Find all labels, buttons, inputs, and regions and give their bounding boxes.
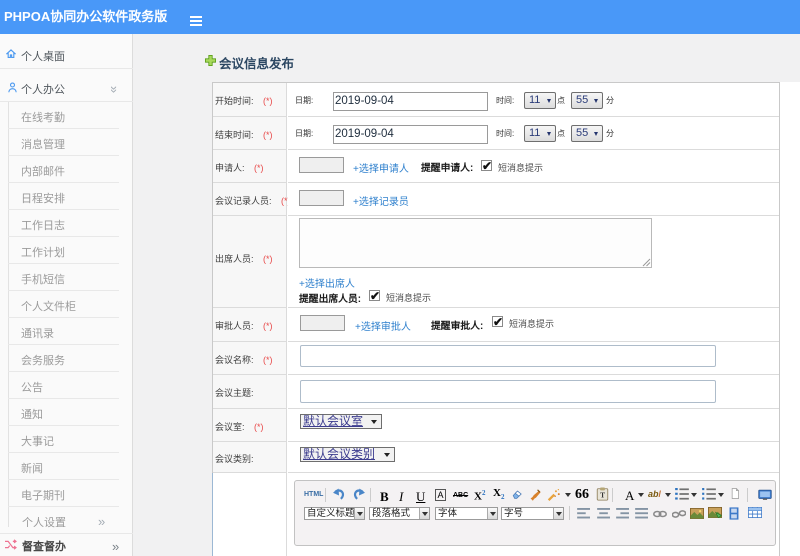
svg-text:T: T (600, 491, 605, 500)
